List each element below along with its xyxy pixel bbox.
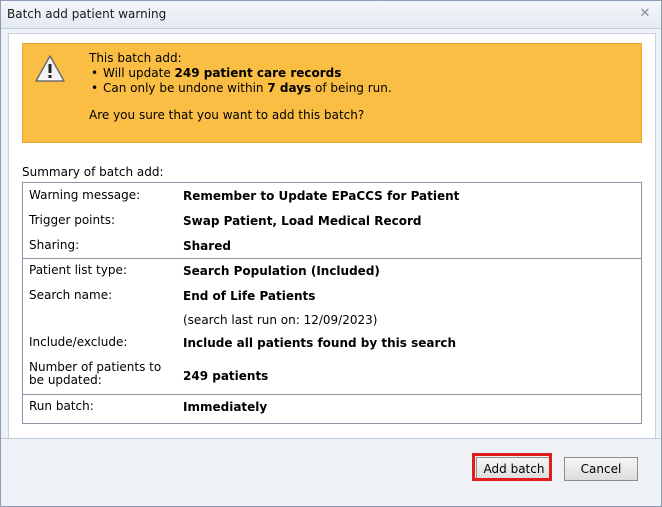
- warning-bullets: Will update 249 patient care records Can…: [89, 66, 392, 96]
- row-value: Shared: [183, 239, 231, 253]
- summary-section-patients: Patient list type: Search Population (In…: [23, 258, 641, 395]
- warning-bullet-records: Will update 249 patient care records: [89, 66, 392, 81]
- footer-divider: [1, 438, 661, 439]
- summary-section-run: Run batch: Immediately: [23, 394, 641, 421]
- summary-section-message: Warning message: Remember to Update EPaC…: [23, 183, 641, 259]
- row-value: Include all patients found by this searc…: [183, 336, 457, 350]
- row-value: Search Population (Included): [183, 264, 380, 278]
- row-label: Sharing:: [29, 238, 80, 252]
- warning-triangle-icon: [35, 55, 65, 82]
- cancel-button[interactable]: Cancel: [564, 457, 638, 481]
- row-value: Immediately: [183, 400, 268, 414]
- warning-banner: This batch add: Will update 249 patient …: [22, 43, 642, 143]
- summary-table: Warning message: Remember to Update EPaC…: [22, 182, 642, 424]
- row-value: 249 patients: [183, 369, 269, 383]
- title-bar: Batch add patient warning ✕: [1, 1, 661, 29]
- bullet-emphasis: 7 days: [267, 81, 312, 95]
- row-label: Include/exclude:: [29, 335, 128, 349]
- batch-add-warning-dialog: Batch add patient warning ✕ This batch a…: [0, 0, 662, 507]
- row-label: Warning message:: [29, 188, 141, 202]
- warning-text: This batch add: Will update 249 patient …: [89, 51, 392, 123]
- row-label: Patient list type:: [29, 263, 127, 277]
- confirmation-question: Are you sure that you want to add this b…: [89, 108, 365, 122]
- close-icon[interactable]: ✕: [637, 6, 653, 22]
- row-label: Search name:: [29, 288, 113, 302]
- row-value: Swap Patient, Load Medical Record: [183, 214, 422, 228]
- bullet-text: Can only be undone within: [103, 81, 268, 95]
- warning-intro: This batch add:: [89, 51, 182, 65]
- content-panel: This batch add: Will update 249 patient …: [8, 33, 656, 439]
- add-batch-button[interactable]: Add batch: [476, 457, 552, 481]
- bullet-text-end: of being run.: [311, 81, 392, 95]
- row-label: Trigger points:: [29, 213, 116, 227]
- bullet-emphasis: 249 patient care records: [174, 66, 342, 80]
- bullet-text: Will update: [103, 66, 175, 80]
- row-value: Remember to Update EPaCCS for Patient: [183, 189, 460, 203]
- row-label: Number of patients to be updated:: [29, 360, 162, 387]
- row-value: End of Life Patients: [183, 289, 316, 303]
- row-label: Run batch:: [29, 399, 94, 413]
- dialog-title: Batch add patient warning: [7, 7, 167, 21]
- search-last-run-text: (search last run on: 12/09/2023): [183, 313, 378, 327]
- warning-bullet-undo: Can only be undone within 7 days of bein…: [89, 81, 392, 96]
- summary-heading: Summary of batch add:: [22, 165, 164, 179]
